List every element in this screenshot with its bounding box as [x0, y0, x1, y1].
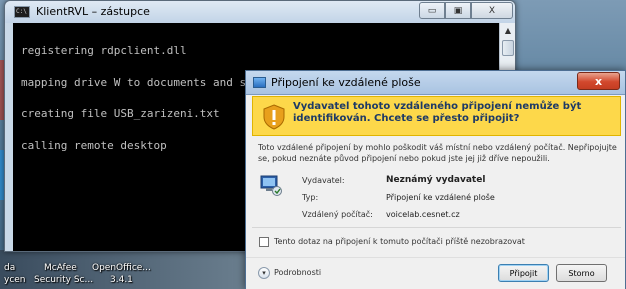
- desktop-icon-1[interactable]: da ycen: [4, 262, 26, 286]
- desktop-icon-openoffice[interactable]: OpenOffice... 3.4.1: [92, 262, 151, 286]
- desktop-icon-label: da: [4, 263, 16, 273]
- desktop-icon-label: OpenOffice...: [92, 263, 151, 273]
- close-icon[interactable]: X: [471, 2, 513, 19]
- console-window-title: KlientRVL – zástupce: [36, 5, 150, 18]
- console-line: registering rdpclient.dll: [21, 44, 187, 57]
- divider: [252, 227, 621, 228]
- console-icon-label: C:\: [16, 8, 27, 15]
- dialog-close-button[interactable]: x: [577, 72, 620, 90]
- desktop-icon-mcafee[interactable]: McAfee Security Sc...: [34, 262, 93, 286]
- dialog-description: Toto vzdálené připojení by mohlo poškodi…: [258, 143, 617, 163]
- dialog-button-bar: ▾ Podrobnosti Připojit Storno: [246, 257, 625, 289]
- desktop-icon-label: 3.4.1: [110, 275, 133, 285]
- cancel-button[interactable]: Storno: [556, 264, 607, 282]
- scroll-up-icon[interactable]: ▲: [502, 25, 514, 37]
- remote-computer-value: voicelab.cesnet.cz: [386, 210, 460, 219]
- chevron-down-icon[interactable]: ▾: [258, 267, 270, 279]
- publisher-label: Vydavatel:: [302, 176, 345, 185]
- remote-computer-label: Vzdálený počítač:: [302, 210, 373, 219]
- type-value: Připojení ke vzdálené ploše: [386, 193, 495, 202]
- desktop-icon-label: ycen: [4, 275, 26, 285]
- warning-shield-icon: [263, 104, 285, 130]
- minimize-icon[interactable]: ▭: [419, 2, 445, 19]
- console-window-icon[interactable]: C:\: [14, 6, 30, 18]
- dont-ask-checkbox[interactable]: [259, 237, 269, 247]
- warning-message: Vydavatel tohoto vzdáleného připojení ne…: [293, 101, 582, 124]
- dialog-titlebar[interactable]: Připojení ke vzdálené ploše x: [246, 71, 625, 95]
- desktop-icon-label: McAfee: [44, 263, 77, 273]
- connect-button[interactable]: Připojit: [498, 264, 549, 282]
- dont-ask-checkbox-label[interactable]: Tento dotaz na připojení k tomuto počíta…: [274, 237, 525, 246]
- type-label: Typ:: [302, 193, 319, 202]
- computer-icon: [260, 175, 282, 196]
- publisher-value: Neznámý vydavatel: [386, 175, 486, 185]
- window-controls: ▭ ▣ X: [419, 2, 513, 19]
- warning-banner: Vydavatel tohoto vzdáleného připojení ne…: [252, 96, 621, 136]
- desktop-icon-label: Security Sc...: [34, 275, 94, 285]
- details-toggle[interactable]: Podrobnosti: [274, 268, 321, 277]
- remote-desktop-dialog: Připojení ke vzdálené ploše x Vydavatel …: [245, 70, 626, 289]
- remote-desktop-icon: [253, 77, 266, 88]
- dialog-title: Připojení ke vzdálené ploše: [271, 76, 421, 89]
- maximize-icon[interactable]: ▣: [445, 2, 471, 19]
- console-titlebar[interactable]: C:\ KlientRVL – zástupce ▭ ▣ X: [5, 1, 515, 23]
- scroll-thumb[interactable]: [502, 40, 514, 56]
